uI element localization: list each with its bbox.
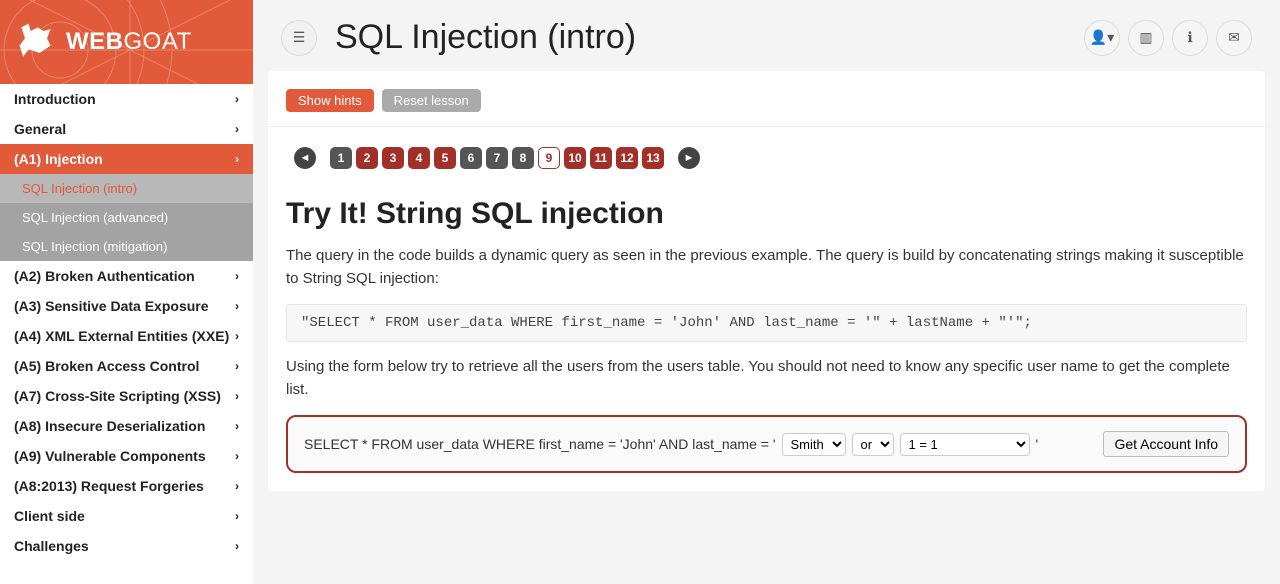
pager-page-7[interactable]: 7 [486, 147, 508, 169]
pager-page-13[interactable]: 13 [642, 147, 664, 169]
envelope-icon: ✉ [1228, 29, 1240, 46]
chevron-right-icon: › [235, 152, 239, 166]
nav-item-a8[interactable]: (A8) Insecure Deserialization› [0, 411, 253, 441]
pager-page-12[interactable]: 12 [616, 147, 638, 169]
chevron-right-icon: › [235, 122, 239, 136]
info-icon: ℹ [1187, 29, 1192, 46]
arrow-left-icon: ◄ [300, 152, 311, 164]
chevron-right-icon: › [235, 92, 239, 106]
lesson-controls: Show hints Reset lesson [286, 89, 1247, 112]
nav-item-challenges[interactable]: Challenges› [0, 531, 253, 561]
nav-item-client-side[interactable]: Client side› [0, 501, 253, 531]
reset-lesson-button[interactable]: Reset lesson [382, 89, 481, 112]
nav-item-a7[interactable]: (A7) Cross-Site Scripting (XSS)› [0, 381, 253, 411]
chevron-right-icon: › [235, 539, 239, 553]
chevron-right-icon: › [235, 299, 239, 313]
lesson-heading: Try It! String SQL injection [286, 197, 1247, 231]
chevron-right-icon: › [235, 449, 239, 463]
pager-page-9[interactable]: 9 [538, 147, 560, 169]
sidebar: WEBGOAT Introduction› General› (A1) Inje… [0, 0, 253, 584]
operator-select[interactable]: or [852, 433, 894, 456]
pager-page-2[interactable]: 2 [356, 147, 378, 169]
pager-page-10[interactable]: 10 [564, 147, 586, 169]
hamburger-icon: ☰ [293, 29, 306, 46]
page-header: ☰ SQL Injection (intro) 👤▾ ▥ ℹ ✉ [253, 0, 1280, 71]
pager-page-4[interactable]: 4 [408, 147, 430, 169]
chevron-right-icon: › [235, 359, 239, 373]
arrow-right-icon: ► [684, 152, 695, 164]
nav-item-introduction[interactable]: Introduction› [0, 84, 253, 114]
mail-button[interactable]: ✉ [1216, 20, 1252, 56]
code-example: "SELECT * FROM user_data WHERE first_nam… [286, 304, 1247, 342]
report-button[interactable]: ▥ [1128, 20, 1164, 56]
nav-sub-sql-advanced[interactable]: SQL Injection (advanced) [0, 203, 253, 232]
chevron-right-icon: › [235, 389, 239, 403]
pager-page-1[interactable]: 1 [330, 147, 352, 169]
pager-page-11[interactable]: 11 [590, 147, 612, 169]
nav-item-a4[interactable]: (A4) XML External Entities (XXE)› [0, 321, 253, 351]
nav-item-a1-injection[interactable]: (A1) Injection› [0, 144, 253, 174]
chevron-right-icon: › [235, 269, 239, 283]
spider-web-bg [0, 0, 253, 84]
nav-sub-sql-mitigation[interactable]: SQL Injection (mitigation) [0, 232, 253, 261]
user-menu-button[interactable]: 👤▾ [1084, 20, 1120, 56]
nav-item-a2[interactable]: (A2) Broken Authentication› [0, 261, 253, 291]
nav-item-a3[interactable]: (A3) Sensitive Data Exposure› [0, 291, 253, 321]
pager-page-5[interactable]: 5 [434, 147, 456, 169]
pager-next-button[interactable]: ► [678, 147, 700, 169]
divider [268, 126, 1265, 127]
menu-toggle-button[interactable]: ☰ [281, 20, 317, 56]
header-actions: 👤▾ ▥ ℹ ✉ [1084, 20, 1252, 56]
lastname-select[interactable]: Smith [782, 433, 846, 456]
brand-header: WEBGOAT [0, 0, 253, 84]
chevron-right-icon: › [235, 479, 239, 493]
pager-page-3[interactable]: 3 [382, 147, 404, 169]
lesson-card: Show hints Reset lesson ◄ 12345678910111… [268, 71, 1265, 491]
sql-suffix-text: ' [1036, 436, 1039, 452]
condition-select[interactable]: 1 = 1 [900, 433, 1030, 456]
chevron-right-icon: › [235, 329, 239, 343]
main-content: ☰ SQL Injection (intro) 👤▾ ▥ ℹ ✉ Show hi… [253, 0, 1280, 584]
lesson-pager: ◄ 12345678910111213 ► [286, 147, 1247, 169]
page-title: SQL Injection (intro) [335, 18, 1066, 57]
nav-submenu: SQL Injection (intro) SQL Injection (adv… [0, 174, 253, 261]
user-icon: 👤▾ [1090, 29, 1114, 46]
lesson-paragraph: Using the form below try to retrieve all… [286, 356, 1247, 401]
nav-item-a8-2013[interactable]: (A8:2013) Request Forgeries› [0, 471, 253, 501]
sql-prefix-text: SELECT * FROM user_data WHERE first_name… [304, 436, 776, 452]
chevron-right-icon: › [235, 419, 239, 433]
attack-form: SELECT * FROM user_data WHERE first_name… [286, 415, 1247, 473]
nav-sub-sql-intro[interactable]: SQL Injection (intro) [0, 174, 253, 203]
chevron-right-icon: › [235, 509, 239, 523]
show-hints-button[interactable]: Show hints [286, 89, 374, 112]
nav-item-general[interactable]: General› [0, 114, 253, 144]
nav-item-a9[interactable]: (A9) Vulnerable Components› [0, 441, 253, 471]
lesson-paragraph: The query in the code builds a dynamic q… [286, 245, 1247, 290]
pager-prev-button[interactable]: ◄ [294, 147, 316, 169]
about-button[interactable]: ℹ [1172, 20, 1208, 56]
nav-item-a5[interactable]: (A5) Broken Access Control› [0, 351, 253, 381]
get-account-info-button[interactable]: Get Account Info [1103, 431, 1229, 457]
bar-chart-icon: ▥ [1139, 29, 1152, 46]
main-nav: Introduction› General› (A1) Injection› S… [0, 84, 253, 584]
pager-page-6[interactable]: 6 [460, 147, 482, 169]
pager-page-8[interactable]: 8 [512, 147, 534, 169]
